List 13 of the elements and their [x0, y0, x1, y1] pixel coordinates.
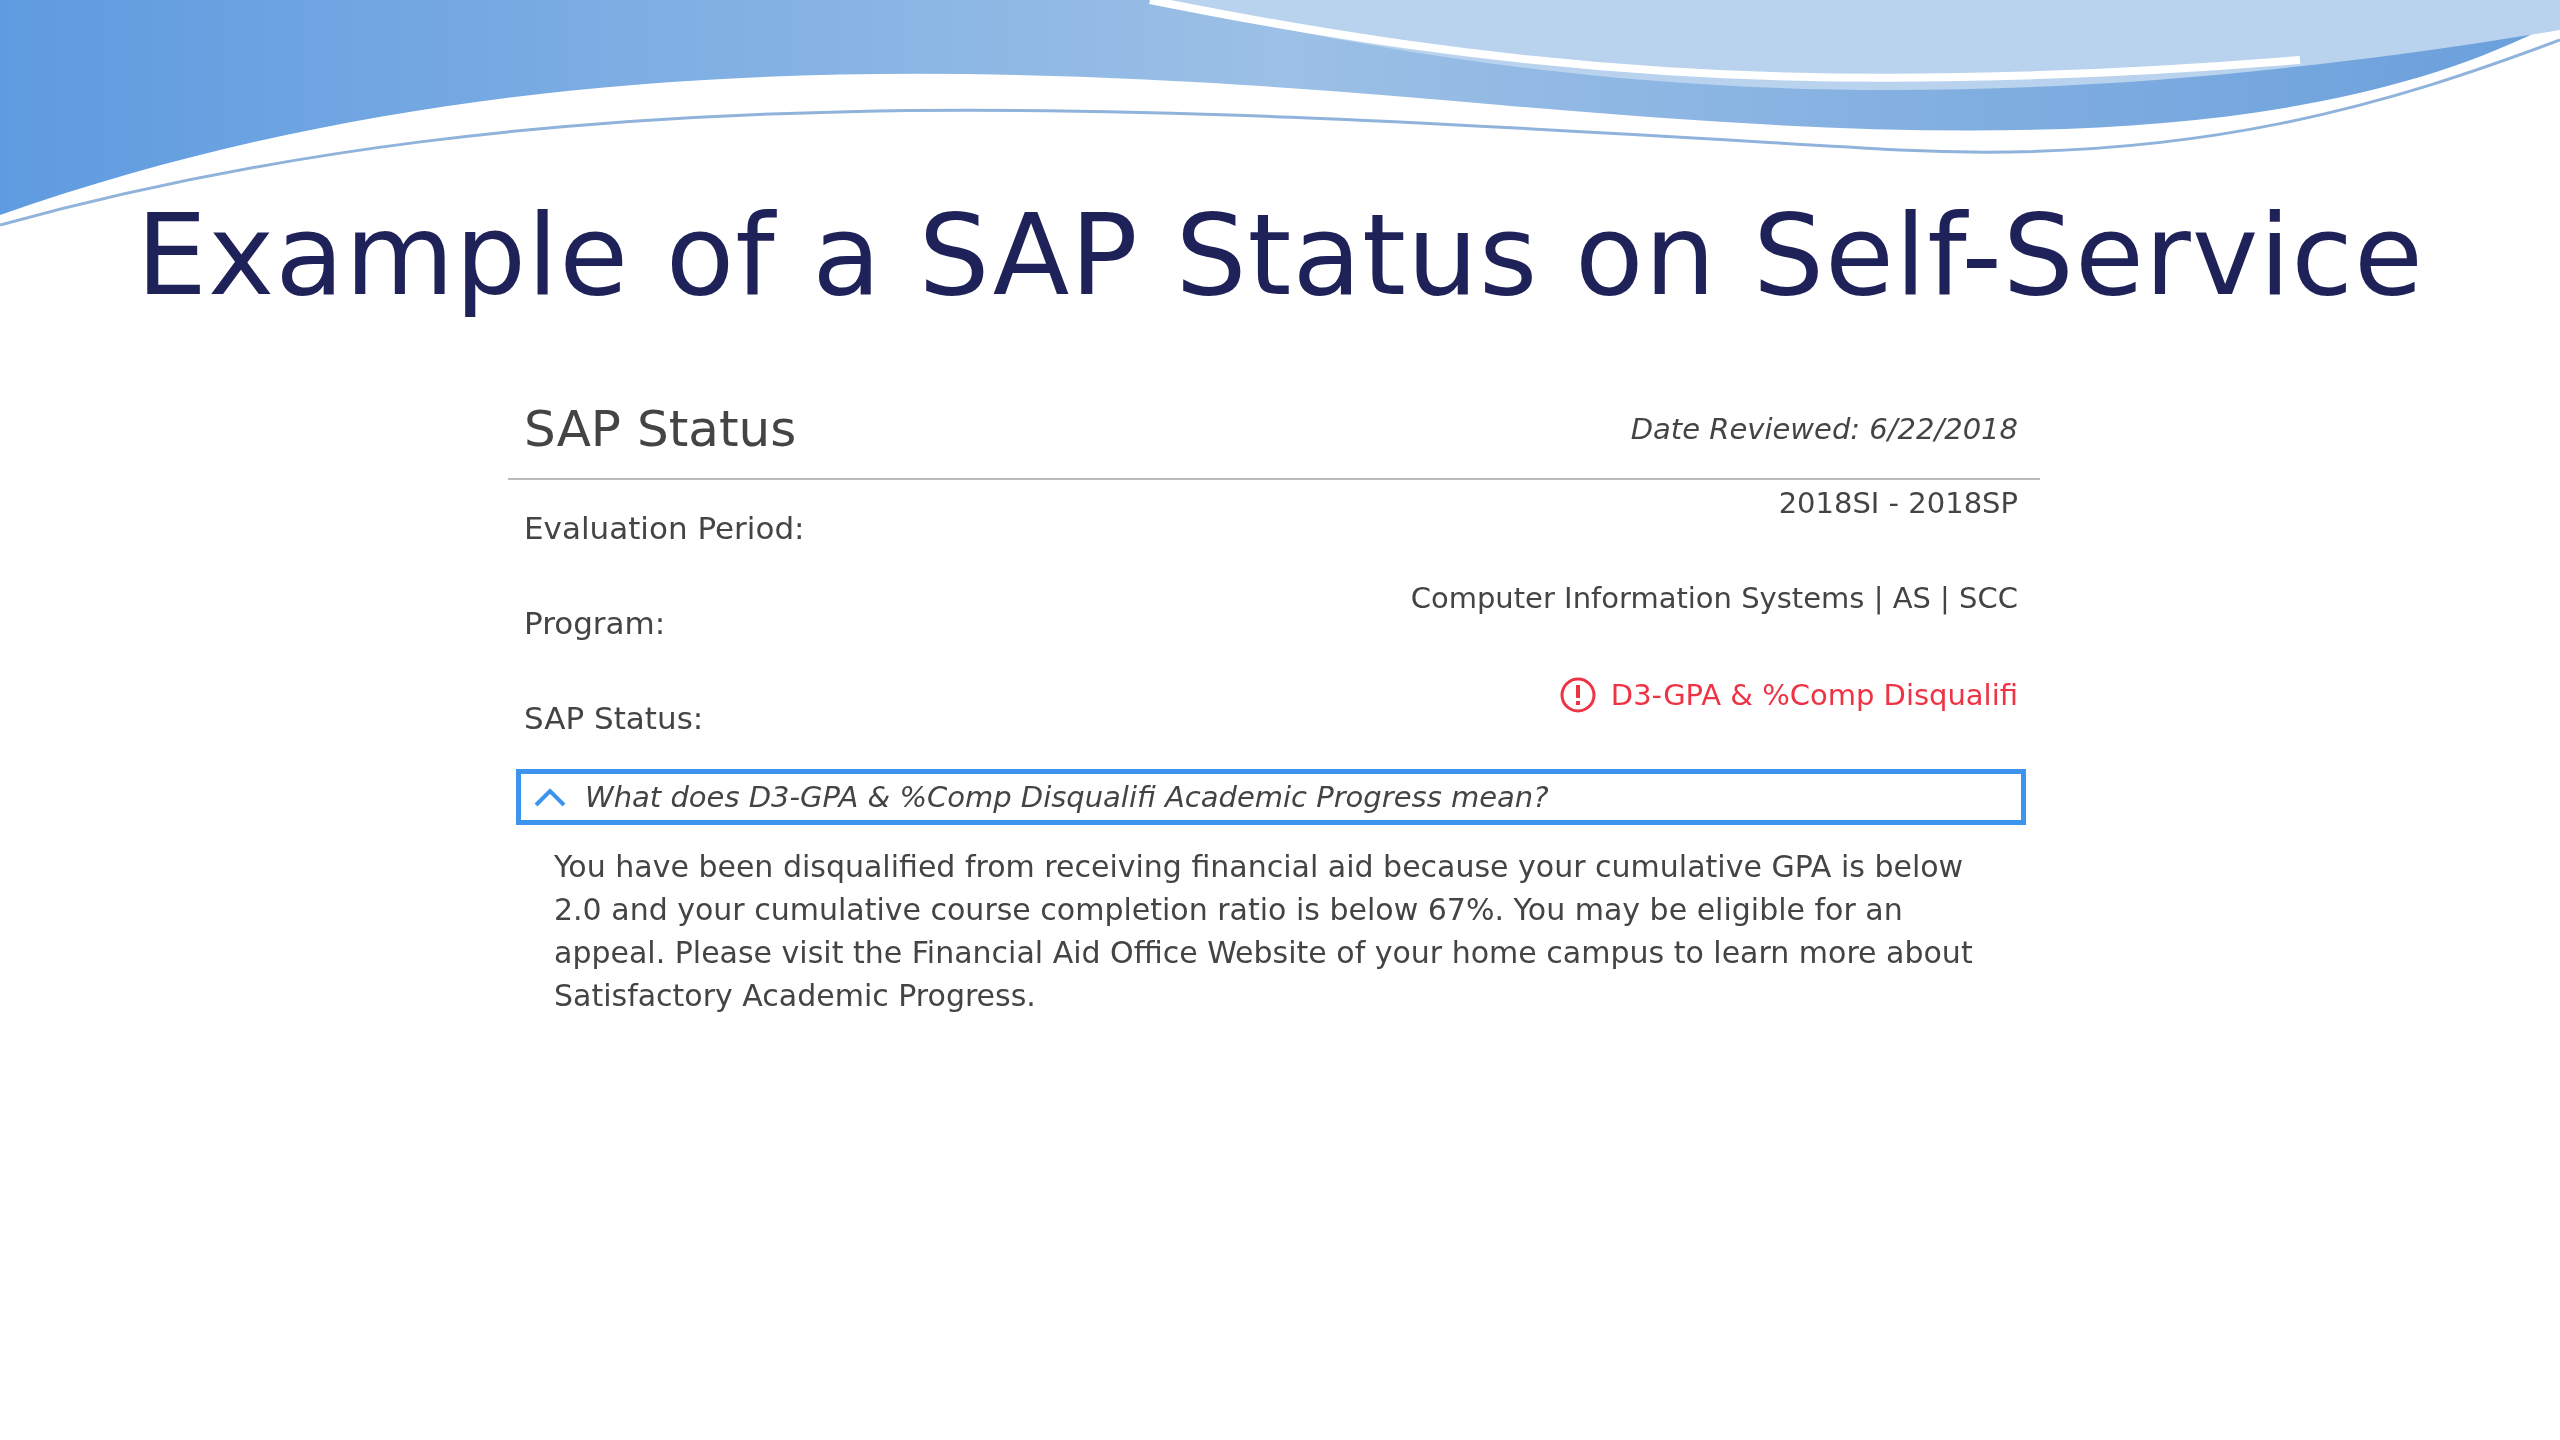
field-value: 2018SI - 2018SP	[1778, 486, 2018, 520]
date-reviewed: Date Reviewed: 6/22/2018	[1630, 412, 2018, 446]
field-label: Evaluation Period:	[524, 510, 805, 546]
explanation-text: You have been disqualified from receiving financial aid because your cumulative GPA is below 2.0 and your cumulative course completion ratio is below 67%. You may be eligible for an appeal. Please visit the Financial Aid Office Website of your home campus to learn more about Satisfactory Academic Progress.	[554, 848, 1974, 1015]
status-value: D3-GPA & %Comp Disqualifi	[1610, 678, 2018, 712]
alert-icon	[1558, 676, 1597, 714]
slide-title: Example of a SAP Status on Self-Service	[135, 190, 2425, 320]
field-value: Computer Information Systems | AS | SCC	[1410, 581, 2018, 615]
field-label: Program:	[524, 605, 666, 641]
caret-icon	[533, 786, 567, 808]
panel-heading: SAP Status	[524, 400, 797, 458]
explanation-toggle[interactable]: What does D3-GPA & %Comp Disqualifi Academic Progress mean?	[516, 769, 2026, 825]
field-label: SAP Status:	[524, 700, 704, 736]
